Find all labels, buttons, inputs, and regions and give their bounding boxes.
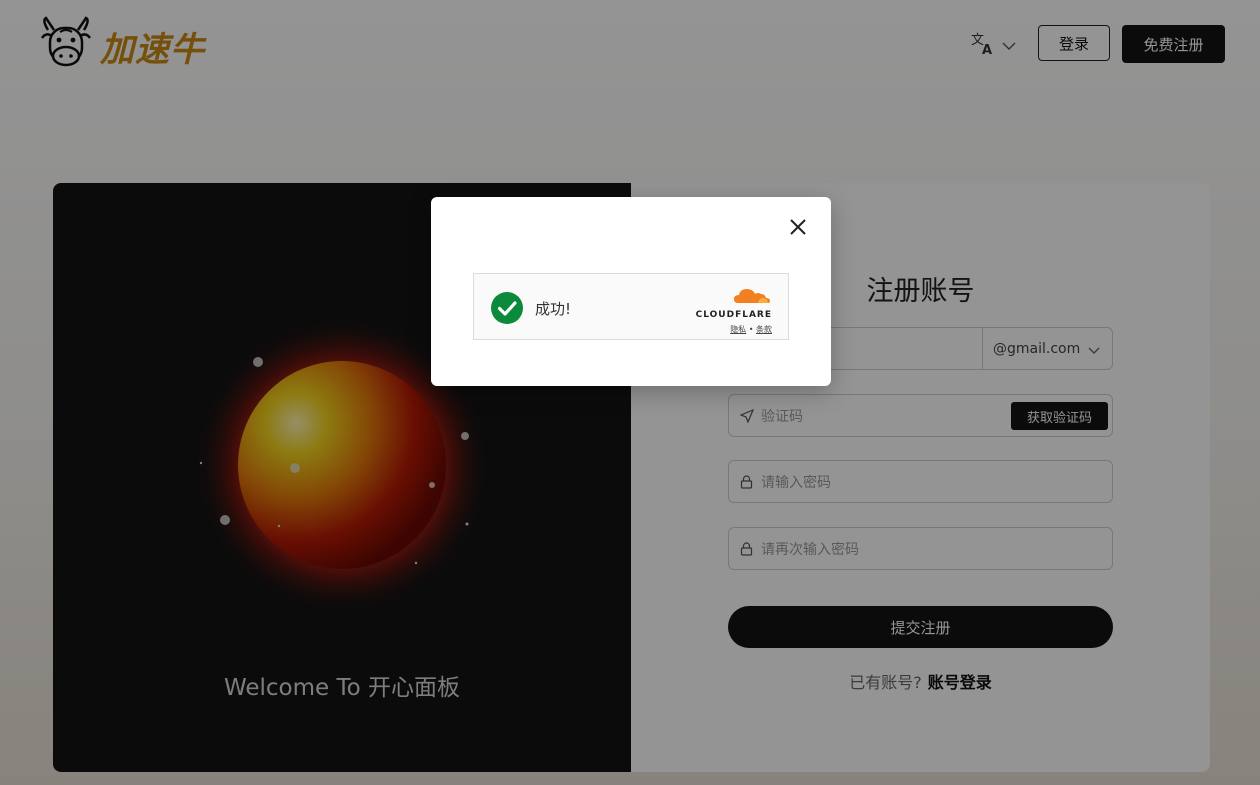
link-separator: •	[748, 325, 754, 334]
modal-overlay[interactable]	[0, 0, 1260, 785]
terms-link[interactable]: 条款	[756, 325, 772, 334]
close-icon[interactable]	[788, 217, 808, 237]
check-circle-icon	[491, 292, 523, 328]
cloudflare-cloud-icon	[732, 289, 772, 308]
cloudflare-wordmark: CLOUDFLARE	[695, 310, 772, 320]
cloudflare-turnstile-widget[interactable]: 成功! CLOUDFLARE 隐私 • 条款	[473, 273, 789, 340]
privacy-link[interactable]: 隐私	[730, 325, 746, 334]
turnstile-status-text: 成功!	[535, 300, 572, 318]
cloudflare-links: 隐私 • 条款	[696, 324, 772, 335]
cloudflare-brand: CLOUDFLARE 隐私 • 条款	[696, 286, 772, 335]
captcha-modal: 成功! CLOUDFLARE 隐私 • 条款	[431, 197, 831, 386]
